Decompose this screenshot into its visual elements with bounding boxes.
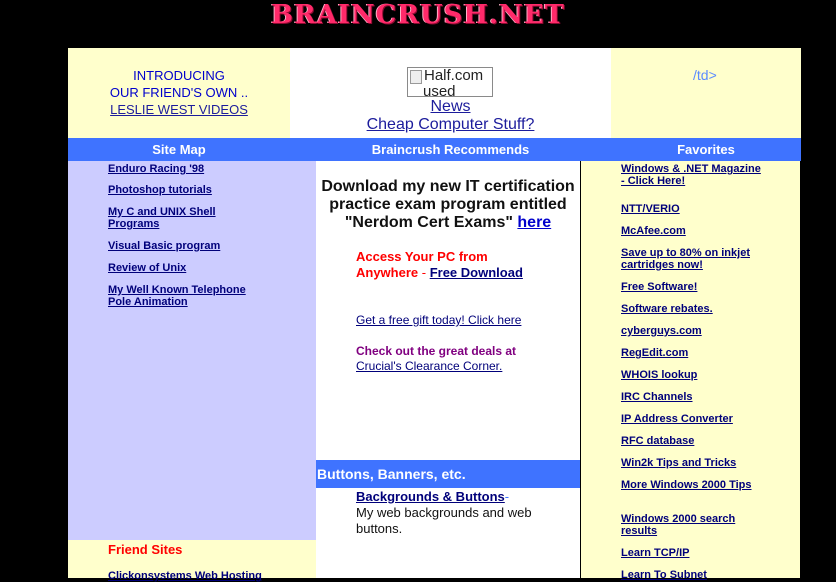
fav-irc[interactable]: IRC Channels bbox=[621, 391, 761, 403]
broken-image-icon bbox=[410, 70, 422, 84]
fav-windows-magazine[interactable]: Windows & .NET Magazine - Click Here! bbox=[621, 163, 761, 187]
half-image-alt-1: Half.com bbox=[424, 67, 484, 84]
fav-whois[interactable]: WHOIS lookup bbox=[621, 369, 761, 381]
friend-sites-title: Friend Sites bbox=[108, 542, 183, 557]
backgrounds-buttons-link[interactable]: Backgrounds & Buttons bbox=[356, 489, 505, 504]
favorites-header: Favorites bbox=[611, 138, 801, 161]
site-logo: BRAINCRUSH.NET bbox=[271, 0, 565, 30]
buttons-banners-header: Buttons, Banners, etc. bbox=[316, 460, 581, 488]
access-pc-promo: Access Your PC from Anywhere - Free Down… bbox=[356, 249, 546, 281]
fav-cyberguys[interactable]: cyberguys.com bbox=[621, 325, 761, 337]
sitemap-item-vb[interactable]: Visual Basic program bbox=[108, 240, 268, 252]
backgrounds-dash: - bbox=[504, 489, 510, 504]
stray-td-text: /td> bbox=[693, 67, 717, 83]
free-gift-link[interactable]: Get a free gift today! Click here bbox=[356, 313, 521, 327]
top-center-banner: Half.com used News Cheap Computer Stuff? bbox=[290, 48, 611, 138]
fav-inkjet[interactable]: Save up to 80% on inkjet cartridges now! bbox=[621, 247, 761, 271]
cheap-computer-link[interactable]: Cheap Computer Stuff? bbox=[290, 116, 611, 134]
site-map-column: Enduro Racing '98 Photoshop tutorials My… bbox=[68, 161, 316, 540]
backgrounds-desc: My web backgrounds and web buttons. bbox=[356, 505, 532, 536]
access-pc-separator: - bbox=[418, 265, 430, 280]
fav-win2k-tips[interactable]: Win2k Tips and Tricks bbox=[621, 457, 761, 469]
intro-line-2: OUR FRIEND'S OWN .. bbox=[109, 85, 249, 100]
crucial-text: Check out the great deals at bbox=[356, 344, 517, 358]
crucial-clearance-link[interactable]: Crucial's Clearance Corner. bbox=[356, 359, 502, 373]
recommends-header: Braincrush Recommends bbox=[290, 138, 611, 161]
half-com-image[interactable]: Half.com used bbox=[407, 67, 493, 97]
favorites-column: Windows & .NET Magazine - Click Here! NT… bbox=[580, 161, 801, 581]
fav-win2000-search[interactable]: Windows 2000 search results bbox=[621, 513, 761, 537]
sitemap-item-c-unix[interactable]: My C and UNIX Shell Programs bbox=[108, 206, 268, 230]
fav-learn-subnet[interactable]: Learn To Subnet bbox=[621, 569, 761, 581]
fav-ntt-verio[interactable]: NTT/VERIO bbox=[621, 203, 761, 215]
free-download-link[interactable]: Free Download bbox=[430, 265, 523, 280]
recommends-column: Download my new IT certification practic… bbox=[316, 161, 581, 578]
fav-regedit[interactable]: RegEdit.com bbox=[621, 347, 761, 359]
fav-free-software[interactable]: Free Software! bbox=[621, 281, 761, 293]
news-link[interactable]: News bbox=[290, 98, 611, 116]
sitemap-item-photoshop[interactable]: Photoshop tutorials bbox=[108, 184, 268, 196]
friend-site-clickonsystems[interactable]: Clickonsystems Web Hosting bbox=[108, 570, 262, 582]
sitemap-item-unix[interactable]: Review of Unix bbox=[108, 262, 268, 274]
fav-mcafee[interactable]: McAfee.com bbox=[621, 225, 761, 237]
fav-more-win2000[interactable]: More Windows 2000 Tips bbox=[621, 479, 761, 491]
cert-exam-here-link[interactable]: here bbox=[517, 214, 551, 231]
fav-software-rebates[interactable]: Software rebates. bbox=[621, 303, 761, 315]
leslie-west-videos-link[interactable]: LESLIE WEST VIDEOS bbox=[110, 102, 248, 117]
fav-ip-converter[interactable]: IP Address Converter bbox=[621, 413, 761, 425]
favorites-right-border bbox=[800, 161, 801, 578]
sitemap-item-animation[interactable]: My Well Known Telephone Pole Animation bbox=[108, 284, 268, 308]
fav-learn-tcpip[interactable]: Learn TCP/IP bbox=[621, 547, 761, 559]
cert-exam-promo: Download my new IT certification practic… bbox=[316, 178, 580, 232]
top-right-banner: /td> bbox=[611, 48, 801, 138]
top-left-banner: INTRODUCING OUR FRIEND'S OWN .. LESLIE W… bbox=[68, 48, 290, 138]
site-map-header: Site Map bbox=[68, 138, 290, 161]
favorites-left-border bbox=[580, 161, 581, 578]
backgrounds-block: Backgrounds & Buttons- My web background… bbox=[356, 489, 546, 537]
half-image-alt-2: used bbox=[423, 83, 456, 97]
friend-sites-box: Friend Sites Clickonsystems Web Hosting bbox=[68, 540, 316, 582]
sitemap-item-enduro[interactable]: Enduro Racing '98 bbox=[108, 163, 268, 175]
fav-rfc[interactable]: RFC database bbox=[621, 435, 761, 447]
intro-line-1: INTRODUCING bbox=[133, 68, 225, 83]
